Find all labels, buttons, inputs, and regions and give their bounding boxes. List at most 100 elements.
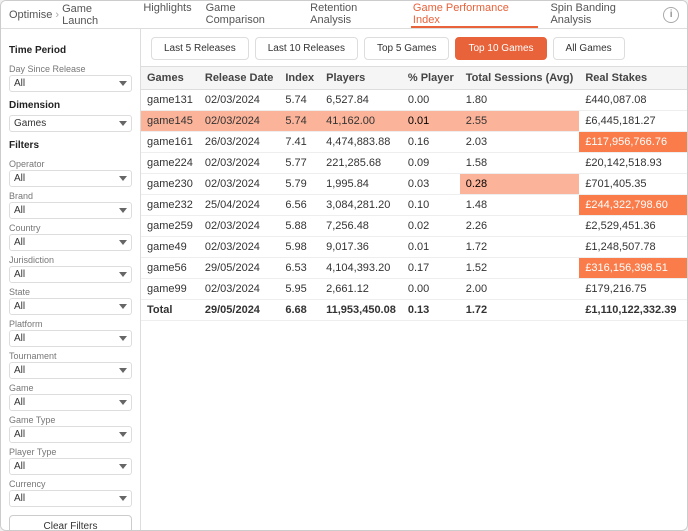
table-cell: 5.74: [279, 111, 320, 132]
table-cell: 5.79: [279, 174, 320, 195]
tab-retention-analysis[interactable]: Retention Analysis: [308, 2, 401, 28]
table-cell: 7.41: [279, 132, 320, 153]
clear-filters-button[interactable]: Clear Filters: [9, 515, 132, 530]
table-cell: 0.28: [460, 174, 580, 195]
filter-operator-select[interactable]: All: [9, 170, 132, 187]
content-area: Last 5 Releases Last 10 Releases Top 5 G…: [141, 29, 687, 530]
tab-spin-banding-analysis[interactable]: Spin Banding Analysis: [548, 2, 659, 28]
filter-country-select[interactable]: All: [9, 234, 132, 251]
time-period-select[interactable]: All: [9, 75, 132, 92]
table-cell: £1,248,507.78: [579, 237, 682, 258]
table-cell: 0.03: [402, 174, 460, 195]
table-row: game9902/03/20245.952,661.120.002.00£179…: [141, 279, 687, 300]
table-row: game25902/03/20245.887,256.480.022.26£2,…: [141, 216, 687, 237]
table-cell: game145: [141, 111, 199, 132]
tab-game-performance-index[interactable]: Game Performance Index: [411, 2, 539, 28]
table-cell: game232: [141, 195, 199, 216]
filter-brand-label: Brand: [9, 191, 132, 201]
time-period-label: Time Period: [9, 45, 132, 56]
table-total-cell: 100.00%: [682, 300, 687, 321]
filter-state-select[interactable]: All: [9, 298, 132, 315]
filter-game-type-select[interactable]: All: [9, 426, 132, 443]
table-cell: 22.01%: [682, 195, 687, 216]
filter-state-label: State: [9, 287, 132, 297]
app-container: Optimise › Game Launch Highlights Game C…: [0, 0, 688, 531]
table-cell: 0.10: [402, 195, 460, 216]
table-cell: 41,162.00: [320, 111, 402, 132]
table-row: game23002/03/20245.791,995.840.030.28£70…: [141, 174, 687, 195]
table-cell: game99: [141, 279, 199, 300]
table-cell: 1.48: [460, 195, 580, 216]
table-cell: 1.72: [460, 237, 580, 258]
table-cell: 1.52: [460, 258, 580, 279]
filter-game-select[interactable]: All: [9, 394, 132, 411]
table-cell: 02/03/2024: [199, 111, 280, 132]
filter-currency-label: Currency: [9, 479, 132, 489]
breadcrumb-optimise[interactable]: Optimise: [9, 9, 52, 21]
table-cell: 25/04/2024: [199, 195, 280, 216]
table-cell: game224: [141, 153, 199, 174]
table-cell: 2.55: [460, 111, 580, 132]
table-cell: game230: [141, 174, 199, 195]
table-cell: 0.11%: [682, 237, 687, 258]
col-games: Games: [141, 67, 199, 90]
table-cell: 4,104,393.20: [320, 258, 402, 279]
table-cell: 0.02%: [682, 279, 687, 300]
tab-last-10-releases[interactable]: Last 10 Releases: [255, 37, 358, 60]
tab-highlights[interactable]: Highlights: [141, 2, 193, 28]
table-cell: £179,216.75: [579, 279, 682, 300]
table-cell: 2.03: [460, 132, 580, 153]
breadcrumb-game-launch[interactable]: Game Launch: [62, 3, 129, 27]
col-real-stakes: Real Stakes: [579, 67, 682, 90]
table-cell: 9,017.36: [320, 237, 402, 258]
table-total-cell: £1,110,122,332.39: [579, 300, 682, 321]
table-cell: 3,084,281.20: [320, 195, 402, 216]
table-cell: £701,405.35: [579, 174, 682, 195]
col-pplayer: % Player: [402, 67, 460, 90]
tab-all-games[interactable]: All Games: [553, 37, 625, 60]
table-total-cell: 6.68: [279, 300, 320, 321]
col-share-of-turnover: Share of Turnover %: [682, 67, 687, 90]
tab-top-5-games[interactable]: Top 5 Games: [364, 37, 449, 60]
table-cell: £316,156,398.51: [579, 258, 682, 279]
table-cell: 02/03/2024: [199, 279, 280, 300]
table-cell: 02/03/2024: [199, 216, 280, 237]
table-cell: 0.06%: [682, 174, 687, 195]
filter-jurisdiction-select[interactable]: All: [9, 266, 132, 283]
filter-currency-select[interactable]: All: [9, 490, 132, 507]
table-row: game14502/03/20245.7441,162.000.012.55£6…: [141, 111, 687, 132]
table-row: game23225/04/20246.563,084,281.200.101.4…: [141, 195, 687, 216]
breadcrumb: Optimise › Game Launch: [9, 3, 129, 27]
filter-brand-select[interactable]: All: [9, 202, 132, 219]
table-cell: £440,087.08: [579, 90, 682, 111]
table-cell: 7,256.48: [320, 216, 402, 237]
dimension-label: Dimension: [9, 100, 132, 111]
table-row: game22402/03/20245.77221,285.680.091.58£…: [141, 153, 687, 174]
table-cell: 02/03/2024: [199, 237, 280, 258]
table-cell: 2.00: [460, 279, 580, 300]
tab-top-10-games[interactable]: Top 10 Games: [455, 37, 546, 60]
data-table: Games Release Date Index Players % Playe…: [141, 67, 687, 321]
release-tabs: Last 5 Releases Last 10 Releases Top 5 G…: [141, 29, 687, 67]
tab-last-5-releases[interactable]: Last 5 Releases: [151, 37, 249, 60]
table-cell: 0.16: [402, 132, 460, 153]
filter-platform-select[interactable]: All: [9, 330, 132, 347]
info-icon[interactable]: i: [663, 7, 679, 23]
filter-tournament-select[interactable]: All: [9, 362, 132, 379]
filter-player-type-select[interactable]: All: [9, 458, 132, 475]
tab-game-comparison[interactable]: Game Comparison: [204, 2, 299, 28]
table-cell: 02/03/2024: [199, 90, 280, 111]
table-cell: 1.58: [460, 153, 580, 174]
table-cell: 6,527.84: [320, 90, 402, 111]
table-cell: 5.77: [279, 153, 320, 174]
table-cell: 0.00: [402, 279, 460, 300]
dimension-select[interactable]: Games: [9, 115, 132, 132]
table-cell: 5.88: [279, 216, 320, 237]
filter-game-label: Game: [9, 383, 132, 393]
top-nav: Optimise › Game Launch Highlights Game C…: [1, 1, 687, 29]
table-row: game13102/03/20245.746,527.840.001.80£44…: [141, 90, 687, 111]
table-cell: 0.17: [402, 258, 460, 279]
table-row: game5629/05/20246.534,104,393.200.171.52…: [141, 258, 687, 279]
table-cell: £20,142,518.93: [579, 153, 682, 174]
table-cell: 02/03/2024: [199, 153, 280, 174]
